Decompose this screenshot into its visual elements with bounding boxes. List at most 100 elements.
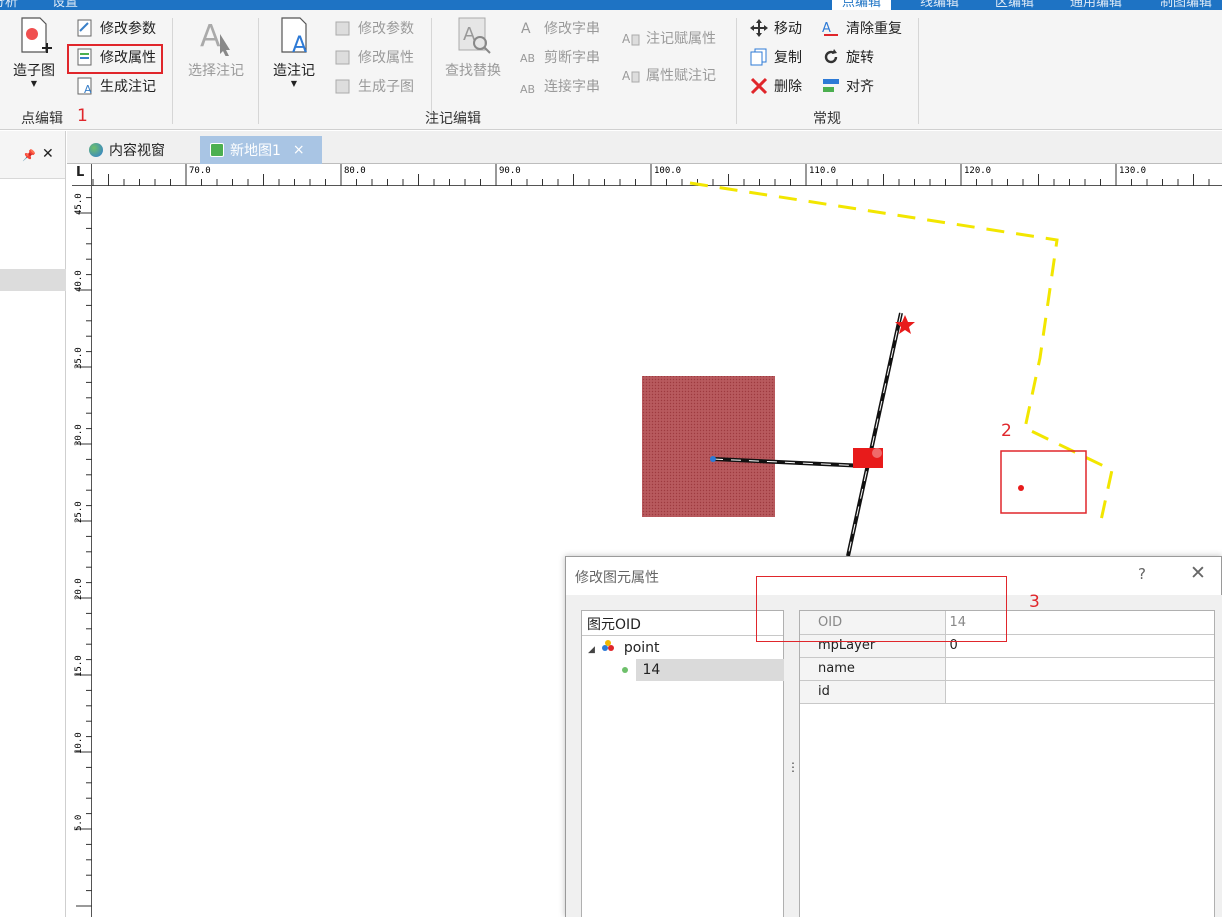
tree-node-14[interactable]: 14 — [622, 662, 660, 678]
align-button[interactable]: 对齐 — [822, 76, 874, 96]
layer-icon — [601, 640, 615, 652]
find-replace-button[interactable]: A 查找替换 — [440, 16, 506, 80]
cut-string-label: 剪断字串 — [544, 50, 600, 66]
annotation-modify-params-button[interactable]: 修改参数 — [334, 18, 414, 38]
dialog-title: 修改图元属性 — [575, 570, 659, 586]
ruler-corner: L — [72, 164, 92, 186]
splitter-handle[interactable]: ⋮ — [787, 760, 799, 774]
tab-content-view[interactable]: 内容视窗 — [79, 136, 175, 164]
make-subgraph-label: 造子图 — [13, 63, 55, 79]
attribute-grid: OID 14 mpLayer 0 name id — [799, 610, 1215, 917]
step-label-3: 3 — [1029, 592, 1040, 612]
annotation-modify-attributes-button[interactable]: 修改属性 — [334, 47, 414, 67]
select-annotation-label: 选择注记 — [188, 63, 244, 79]
make-subgraph-icon — [14, 16, 54, 56]
ribbon: 造子图 ▼ 修改参数 修改属性 A 生成注记 1 点编辑 A 选择注记 A 造注… — [0, 10, 1222, 130]
top-ruler-ticks: 70.0 80.0 90.0 100.0 110.0 120.0 130.0 — [92, 164, 1210, 186]
connect-string-button[interactable]: AB 连接字串 — [520, 76, 600, 96]
feature-oid-tree: 图元OID ◢ point 14 — [581, 610, 784, 917]
make-annotation-button[interactable]: A 造注记 ▼ — [268, 16, 320, 88]
highlight-box-oid — [756, 576, 1007, 642]
ruler-label: 5.0 — [74, 815, 84, 831]
tab-analysis[interactable]: 分析 — [0, 0, 18, 10]
left-ruler: 45.0 40.0 35.0 30.0 25.0 20.0 15.0 10.0 5.0 — [72, 186, 92, 917]
tree-node-point[interactable]: ◢ point — [588, 640, 660, 656]
modify-params-icon — [76, 19, 94, 37]
tab-point-edit[interactable]: 点编辑 — [832, 0, 892, 10]
move-label: 移动 — [774, 21, 802, 37]
svg-text:AB: AB — [520, 83, 535, 95]
annotation-assign-attr-button[interactable]: A 注记赋属性 — [622, 28, 716, 48]
ruler-label: 15.0 — [74, 655, 84, 677]
point-modify-params-button[interactable]: 修改参数 — [76, 18, 156, 38]
dialog-close-icon[interactable]: ✕ — [1190, 562, 1206, 584]
ruler-label: 30.0 — [74, 424, 84, 446]
dialog-body: 图元OID ◢ point 14 ⋮ OID 14 mpLayer 0 name… — [566, 595, 1222, 917]
tab-new-map-1[interactable]: 新地图1 × — [200, 136, 322, 164]
attribute-row: name — [800, 657, 1214, 681]
attribute-value-input[interactable] — [945, 657, 1214, 681]
top-tab-strip: 分析 设置 点编辑 线编辑 区编辑 通用编辑 制图编辑 — [0, 0, 1222, 10]
modify-string-icon: A — [520, 19, 538, 37]
tab-area-edit[interactable]: 区编辑 — [995, 0, 1034, 10]
highlight-box-modify-attributes — [67, 44, 163, 74]
move-button[interactable]: 移动 — [750, 18, 802, 38]
clear-duplicates-icon: A — [822, 19, 840, 37]
align-label: 对齐 — [846, 79, 874, 95]
ruler-label: 40.0 — [74, 270, 84, 292]
delete-button[interactable]: 删除 — [750, 76, 802, 96]
clear-duplicates-button[interactable]: A 清除重复 — [822, 18, 902, 38]
cut-string-button[interactable]: AB 剪断字串 — [520, 47, 600, 67]
tree-node-14-label: 14 — [642, 662, 661, 678]
map-icon — [210, 143, 224, 157]
attribute-row: id — [800, 680, 1214, 704]
generate-annotation-button[interactable]: A 生成注记 — [76, 76, 156, 96]
svg-text:A: A — [622, 32, 631, 46]
tab-line-edit[interactable]: 线编辑 — [920, 0, 959, 10]
attr-assign-annotation-button[interactable]: A 属性赋注记 — [622, 65, 716, 85]
copy-button[interactable]: 复制 — [750, 47, 802, 67]
tab-close-icon[interactable]: × — [293, 142, 305, 158]
svg-text:A: A — [292, 33, 307, 56]
attr-assign-annotation-icon: A — [622, 66, 640, 84]
left-panel-selected-row[interactable] — [0, 269, 66, 291]
make-subgraph-button[interactable]: 造子图 ▼ — [8, 16, 60, 88]
attribute-key: id — [800, 680, 946, 704]
find-replace-label: 查找替换 — [445, 63, 501, 79]
svg-text:A: A — [622, 69, 631, 83]
left-panel-header: 📌 ✕ — [0, 131, 65, 179]
help-icon[interactable]: ? — [1138, 565, 1146, 583]
svg-text:A: A — [84, 83, 92, 95]
tab-cartographic-edit[interactable]: 制图编辑 — [1160, 0, 1212, 10]
tab-general-edit[interactable]: 通用编辑 — [1070, 0, 1122, 10]
ruler-label: 100.0 — [654, 166, 681, 176]
ruler-label: 10.0 — [74, 732, 84, 754]
rotate-label: 旋转 — [846, 50, 874, 66]
ruler-label: 70.0 — [189, 166, 211, 176]
modify-params-icon — [334, 19, 352, 37]
attr-assign-annotation-label: 属性赋注记 — [646, 68, 716, 84]
expand-triangle-icon[interactable]: ◢ — [588, 645, 595, 655]
point-bullet-icon — [622, 667, 628, 673]
ruler-label: 90.0 — [499, 166, 521, 176]
select-annotation-button[interactable]: A 选择注记 — [184, 16, 248, 80]
annotation-modify-params-label: 修改参数 — [358, 21, 414, 37]
cut-string-icon: AB — [520, 48, 538, 66]
select-annotation-icon: A — [196, 16, 236, 57]
tab-settings[interactable]: 设置 — [52, 0, 78, 10]
generate-subgraph-label: 生成子图 — [358, 79, 414, 95]
rotate-button[interactable]: 旋转 — [822, 47, 874, 67]
attribute-value-input[interactable] — [945, 680, 1214, 704]
align-icon — [822, 77, 840, 95]
delete-icon — [750, 77, 768, 95]
svg-text:A: A — [200, 19, 221, 54]
connect-string-icon: AB — [520, 77, 538, 96]
document-tab-bar: 内容视窗 新地图1 × — [67, 131, 1222, 164]
generate-annotation-icon: A — [76, 77, 94, 96]
annotation-assign-attr-label: 注记赋属性 — [646, 31, 716, 47]
pin-icon[interactable]: 📌 — [22, 149, 36, 162]
modify-string-button[interactable]: A 修改字串 — [520, 18, 600, 38]
generate-subgraph-button[interactable]: 生成子图 — [334, 76, 414, 96]
globe-icon — [89, 143, 103, 157]
close-icon[interactable]: ✕ — [42, 146, 54, 162]
